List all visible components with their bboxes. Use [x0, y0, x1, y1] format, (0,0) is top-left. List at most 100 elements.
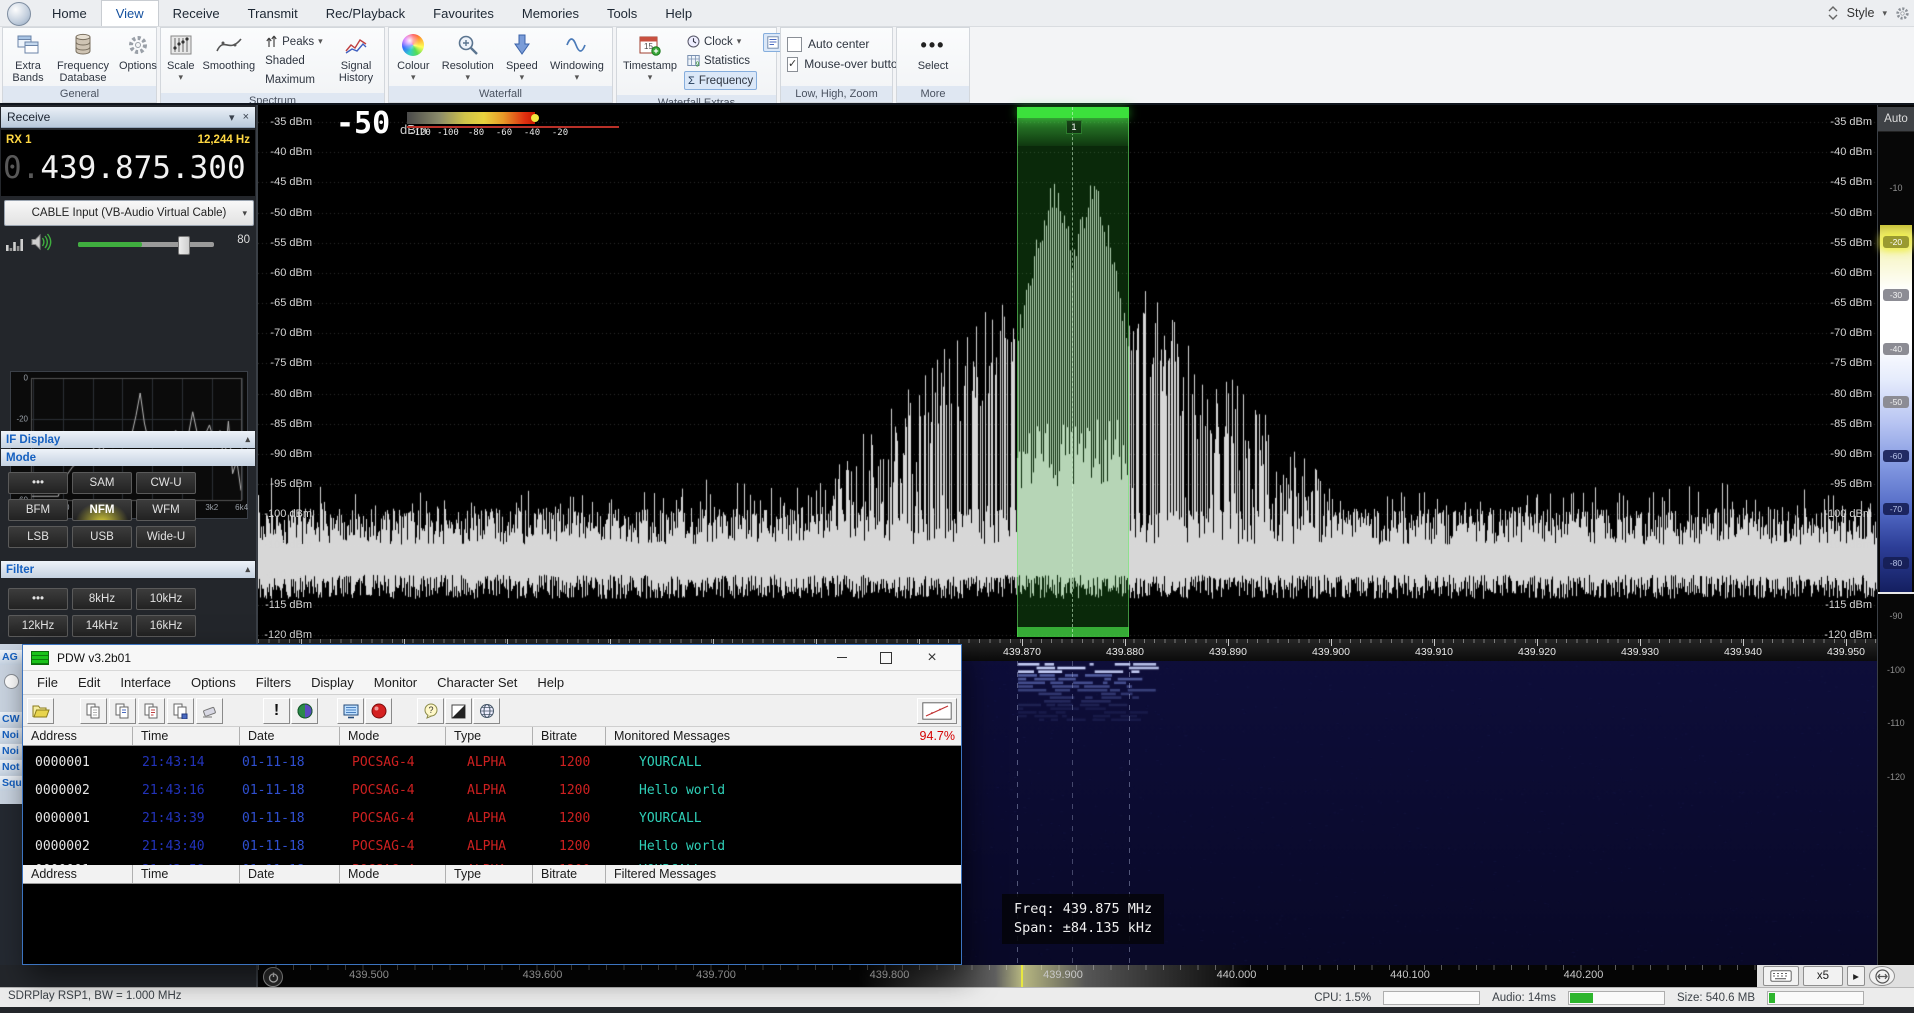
- eq-bars-icon[interactable]: [6, 236, 23, 251]
- chevron-up-icon[interactable]: ▴: [245, 434, 250, 445]
- waterfall-palette-bar[interactable]: [407, 112, 535, 124]
- colour-button[interactable]: Colour ▾: [393, 29, 433, 85]
- pdw-message-row-0[interactable]: 0000001 21:43:14 01-11-18 POCSAG-4 ALPHA…: [23, 749, 961, 777]
- filter-button-4[interactable]: 14kHz: [72, 615, 132, 637]
- copy-page-icon[interactable]: [109, 698, 136, 724]
- if-display-header[interactable]: IF Display ▴: [1, 431, 255, 448]
- filter-header[interactable]: Filter ▴: [1, 561, 255, 578]
- speed-button[interactable]: Speed ▾: [502, 29, 542, 85]
- range-tick-0[interactable]: -10: [1878, 183, 1914, 193]
- pdw-message-row-1[interactable]: 0000002 21:43:16 01-11-18 POCSAG-4 ALPHA…: [23, 777, 961, 805]
- smoothing-button[interactable]: Smoothing: [199, 29, 260, 92]
- pdw-menu-7[interactable]: Character Set: [427, 675, 527, 690]
- maximum-button[interactable]: Maximum: [262, 71, 327, 88]
- ribbon-collapse-icon[interactable]: [1827, 6, 1839, 20]
- filter-button-5[interactable]: 16kHz: [136, 615, 196, 637]
- tuned-frequency[interactable]: 0.439.875.300: [3, 150, 246, 186]
- range-tick-1[interactable]: -20: [1883, 236, 1909, 248]
- maximize-button[interactable]: [869, 645, 903, 670]
- pdw-menu-1[interactable]: Edit: [68, 675, 110, 690]
- recenter-icon[interactable]: [1869, 966, 1895, 986]
- pdw-column-2[interactable]: Date: [240, 727, 340, 745]
- open-folder-icon[interactable]: [27, 698, 54, 724]
- shaded-button[interactable]: Shaded: [262, 52, 327, 69]
- ribbon-tab-0[interactable]: Home: [38, 0, 101, 26]
- statistics-button[interactable]: 9 Statistics: [684, 52, 757, 69]
- select-button[interactable]: ••• Select: [914, 29, 953, 85]
- app-menu-button[interactable]: [7, 2, 31, 26]
- resolution-button[interactable]: Resolution ▾: [438, 29, 498, 85]
- signal-history-button[interactable]: Signal History: [330, 29, 382, 92]
- pdw-window[interactable]: PDW v3.2b01 × FileEditInterfaceOptionsFi…: [22, 644, 962, 965]
- mode-button-0[interactable]: •••: [8, 472, 68, 494]
- mode-button-2[interactable]: CW-U: [136, 472, 196, 494]
- style-menu[interactable]: Style: [1847, 6, 1875, 20]
- frequency-display[interactable]: RX 1 12,244 Hz 0.439.875.300: [1, 130, 255, 196]
- receive-panel-header[interactable]: Receive ▾ ×: [1, 107, 255, 128]
- close-icon[interactable]: ×: [243, 111, 249, 124]
- channel-selection-band[interactable]: [1017, 107, 1129, 637]
- ribbon-tab-5[interactable]: Favourites: [419, 0, 508, 26]
- speaker-icon[interactable]: [30, 233, 52, 251]
- checkbox-row-0[interactable]: Auto center: [787, 34, 886, 54]
- pdw-filtered-column-2[interactable]: Date: [240, 865, 340, 883]
- checkbox-icon[interactable]: [787, 37, 802, 52]
- collapsed-section-5[interactable]: Squ: [0, 776, 22, 791]
- zoom-step-button[interactable]: x5: [1803, 966, 1843, 986]
- channel-marker[interactable]: 1: [1066, 120, 1082, 134]
- mode-button-3[interactable]: BFM: [8, 499, 68, 521]
- pdw-column-3[interactable]: Mode: [340, 727, 446, 745]
- chevron-down-icon[interactable]: ▾: [229, 111, 235, 124]
- peaks-button[interactable]: Peaks ▾: [262, 33, 327, 50]
- exclamation-icon[interactable]: !: [263, 698, 290, 724]
- range-tick-10[interactable]: -110: [1878, 718, 1914, 728]
- copy-all-icon[interactable]: [138, 698, 165, 724]
- invert-video-icon[interactable]: [445, 698, 472, 724]
- help-balloon-icon[interactable]: ?: [417, 698, 444, 724]
- monitor-icon[interactable]: [337, 698, 364, 724]
- channel-band-top-cap[interactable]: [1017, 107, 1129, 118]
- extra-bands-button[interactable]: Extra Bands: [5, 29, 51, 85]
- settings-gear-icon[interactable]: [1895, 6, 1910, 21]
- volume-slider[interactable]: [78, 242, 214, 247]
- pdw-filtered-column-5[interactable]: Bitrate: [533, 865, 606, 883]
- pdw-filtered-area[interactable]: [23, 884, 961, 964]
- volume-slider-thumb[interactable]: [178, 236, 190, 255]
- pdw-filtered-column-3[interactable]: Mode: [340, 865, 446, 883]
- ribbon-tab-8[interactable]: Help: [651, 0, 706, 26]
- pdw-message-row-4[interactable]: 0000001 21:43:58 01-11-18 POCSAG-4 ALPHA…: [23, 857, 961, 865]
- range-tick-7[interactable]: -80: [1883, 557, 1909, 569]
- pdw-column-5[interactable]: Bitrate: [533, 727, 606, 745]
- scale-button[interactable]: Scale ▾: [163, 29, 199, 92]
- collapsed-round-button[interactable]: [4, 674, 19, 689]
- mode-button-6[interactable]: LSB: [8, 526, 68, 548]
- ribbon-tab-6[interactable]: Memories: [508, 0, 593, 26]
- range-tick-8[interactable]: -90: [1878, 611, 1914, 621]
- mode-button-8[interactable]: Wide-U: [136, 526, 196, 548]
- pdw-monitored-column[interactable]: Monitored Messages: [606, 727, 899, 745]
- pdw-column-0[interactable]: Address: [23, 727, 133, 745]
- pdw-filtered-column-1[interactable]: Time: [133, 865, 240, 883]
- range-tick-9[interactable]: -100: [1878, 665, 1914, 675]
- pdw-menu-8[interactable]: Help: [527, 675, 574, 690]
- keyboard-icon[interactable]: [1763, 966, 1799, 986]
- pdw-monitored-header[interactable]: AddressTimeDateModeTypeBitrate Monitored…: [23, 727, 961, 746]
- stop-record-icon[interactable]: [365, 698, 392, 724]
- range-tick-5[interactable]: -60: [1883, 450, 1909, 462]
- range-tick-11[interactable]: -120: [1878, 772, 1914, 782]
- globe-icon[interactable]: [473, 698, 500, 724]
- pdw-menu-4[interactable]: Filters: [246, 675, 301, 690]
- mode-button-5[interactable]: WFM: [136, 499, 196, 521]
- pdw-filtered-column-label[interactable]: Filtered Messages: [606, 865, 961, 883]
- filter-button-3[interactable]: 12kHz: [8, 615, 68, 637]
- mode-button-4[interactable]: NFM: [72, 499, 132, 521]
- checkbox-icon[interactable]: ✓: [787, 57, 798, 72]
- scope-icon[interactable]: [917, 698, 957, 724]
- pdw-filtered-column-4[interactable]: Type: [446, 865, 533, 883]
- ribbon-tab-7[interactable]: Tools: [593, 0, 651, 26]
- close-button[interactable]: ×: [915, 645, 949, 670]
- pdw-title-bar[interactable]: PDW v3.2b01 ×: [23, 645, 961, 671]
- mode-button-7[interactable]: USB: [72, 526, 132, 548]
- pdw-column-4[interactable]: Type: [446, 727, 533, 745]
- pdw-menu-5[interactable]: Display: [301, 675, 364, 690]
